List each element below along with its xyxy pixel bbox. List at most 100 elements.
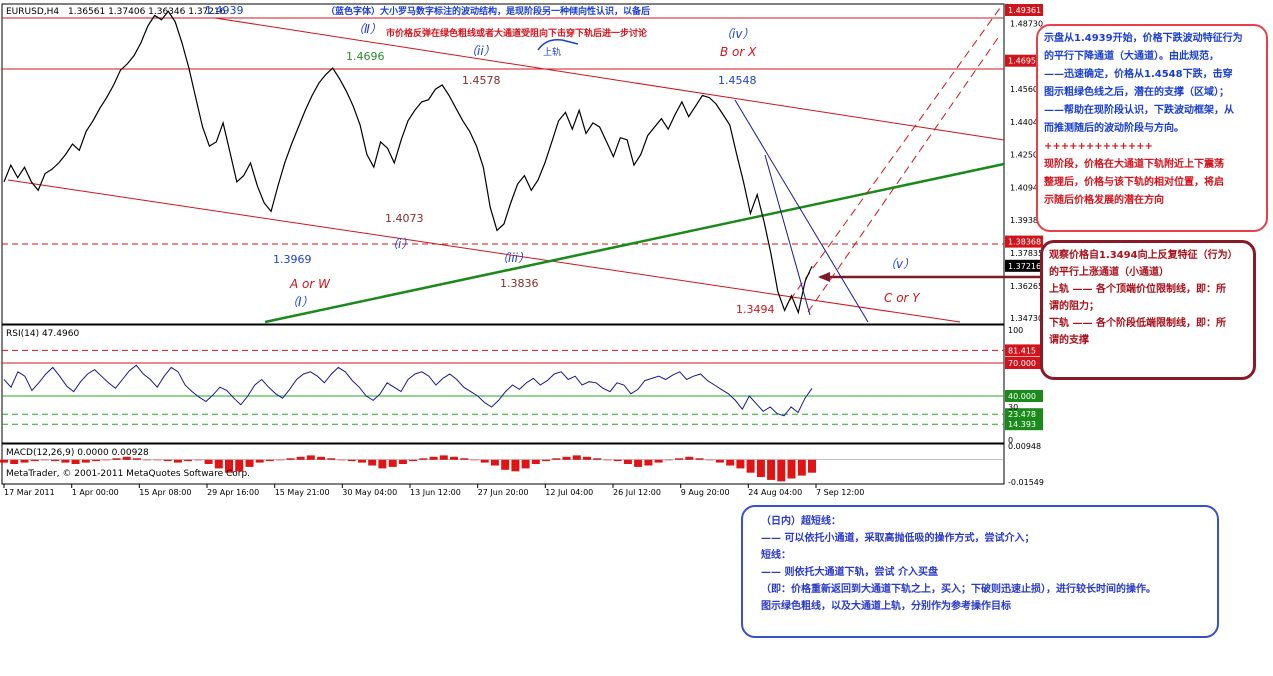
time-tick-label: 15 Apr 08:00 [139,488,191,497]
wave-B-or-X: B or X [720,45,757,59]
macd-bar [102,459,111,461]
time-tick-label: 27 Jun 20:00 [478,488,529,497]
note-line: 谓的阻力； [1049,301,1099,312]
macd-bar [30,459,39,462]
wave-iii: （iii） [496,251,530,265]
annotation-blue: （蓝色字体）大小罗马数字标注的波动结构，是现阶段另一种倾向性认识，以备后 [326,5,650,17]
macd-bar [317,456,326,460]
macd-bar [143,459,152,461]
wave-v: （v） [884,257,915,271]
note-line: 谓的支撑 [1049,335,1089,346]
time-axis: 17 Mar 2011 1 Apr 00:00 15 Apr 08:00 29 Apr… [3,484,864,497]
macd-tick-label: -0.01549 [1008,478,1044,487]
macd-bar [521,459,530,469]
note-line: 示盘从1.4939开始，价格下跌波动特征行为 [1044,33,1243,44]
rsi-level-label: 14.393 [1008,420,1036,429]
macd-bar [153,459,162,461]
macd-bar [552,458,561,460]
time-tick-label: 9 Aug 20:00 [681,488,730,497]
note-big-channel: 示盘从1.4939开始，价格下跌波动特征行为 的平行下降通道（大通道）。由此规范… [1036,24,1268,232]
note-trading-plan: （日内）超短线： —— 可以依托小通道，采取高抛低吸的操作方式，尝试介入； 短线… [741,505,1219,638]
price-marker-label: 1.37216 [1008,262,1041,271]
wave-ii: （ii） [465,44,496,58]
macd-bar [429,456,438,460]
macd-bar [10,459,19,464]
macd-bar [276,459,285,461]
macd-bar [20,459,29,463]
label-13494: 1.3494 [736,303,775,316]
note-line: —— 可以依托小通道，采取高抛低吸的操作方式，尝试介入； [761,533,1035,544]
macd-bar [787,459,796,479]
note-line: 下轨 —— 各个阶段低端限制线，即：所 [1049,318,1226,329]
macd-bar [92,459,101,462]
macd-bar [746,459,755,473]
macd-bar [695,458,704,460]
wave-II: （Ⅱ） [352,22,382,36]
wave-i: （i） [386,237,413,251]
macd-bar [613,459,622,462]
price-tick-label: 1.34730 [1010,314,1043,323]
note-line: （日内）超短线： [761,516,841,527]
macd-bar [61,459,70,463]
macd-axis: 0.00948 -0.01549 [1008,442,1044,487]
rsi-level-label: 40.000 [1008,392,1036,401]
macd-bar [634,459,643,467]
macd-bar [603,459,612,461]
macd-bar [470,459,479,461]
time-tick-label: 12 Jul 04:00 [545,488,593,497]
wave-C-or-Y: C or Y [884,291,921,305]
macd-bar [409,459,418,462]
macd-bar [511,459,520,472]
macd-bar [675,458,683,460]
macd-bar [337,459,346,461]
price-marker-label: 1.38368 [1008,238,1041,247]
label-13969: 1.3969 [273,253,312,266]
price-marker-label: 1.49361 [1008,6,1041,15]
macd-bar [623,459,632,464]
macd-bar [644,459,653,466]
price-tick-label: 1.48730 [1010,19,1043,28]
annotation-red: 市价格反弹在绿色粗线或者大通道受阻向下击穿下轨后进一步讨论 [386,27,648,39]
note-line: 图示粗绿色线之后，潜在的支撑（区域）； [1044,87,1229,98]
time-tick-label: 15 May 21:00 [275,488,330,497]
label-13836: 1.3836 [500,277,539,290]
macd-bar [112,458,121,460]
symbol-timeframe: EURUSD,H4 [6,7,59,17]
macd-bar [664,459,673,461]
rsi-level-label: 70.000 [1008,359,1036,368]
label-14548: 1.4548 [718,74,757,87]
ohlc-readout: 1.36561 1.37406 1.36346 1.37216 [68,7,226,17]
macd-bar [214,459,223,469]
macd-bar [245,459,254,467]
macd-bar [378,459,387,469]
note-line: ——帮助在现阶段认识，下跌波动框架，从 [1044,105,1234,116]
wave-I: （Ⅰ） [286,295,314,309]
price-tick-label: 1.36265 [1010,282,1043,291]
macd-bar [777,459,786,482]
macd-bar [398,459,407,464]
time-tick-label: 7 Sep 12:00 [816,488,864,497]
macd-bar [327,458,336,460]
macd-bar [163,459,172,462]
macd-bar [265,459,274,462]
time-tick-label: 30 May 04:00 [342,488,397,497]
macd-bar [388,459,397,467]
macd-bar [705,459,714,461]
label-14696: 1.4696 [346,50,385,63]
wave-iv: （iv） [720,27,754,41]
macd-bar [450,456,458,460]
note-line: 而推测随后的波动阶段与方向。 [1044,123,1184,134]
note-line: 整理后，价格与该下轨的相对位置，将启 [1044,177,1224,188]
note-line: 示随后价格发展的潜在方向 [1044,195,1164,206]
macd-bar [501,459,510,470]
macd-bar [583,456,591,460]
rsi-tick-label: 100 [1008,326,1023,335]
time-tick-label: 26 Jul 12:00 [613,488,661,497]
macd-bar [184,459,193,462]
note-line: 的平行下降通道（大通道）。由此规范， [1044,51,1219,62]
note-line: （即：价格重新返回到大通道下轨之上，买入；下破则迅速止损），进行较长时间的操作。 [761,584,1156,595]
note-line: 观察价格自1.3494向上反复特征（行为） [1049,250,1238,261]
macd-bar [439,455,448,460]
rsi-panel-frame [1,324,1005,444]
rsi-tick-label: 30 [1008,403,1018,412]
